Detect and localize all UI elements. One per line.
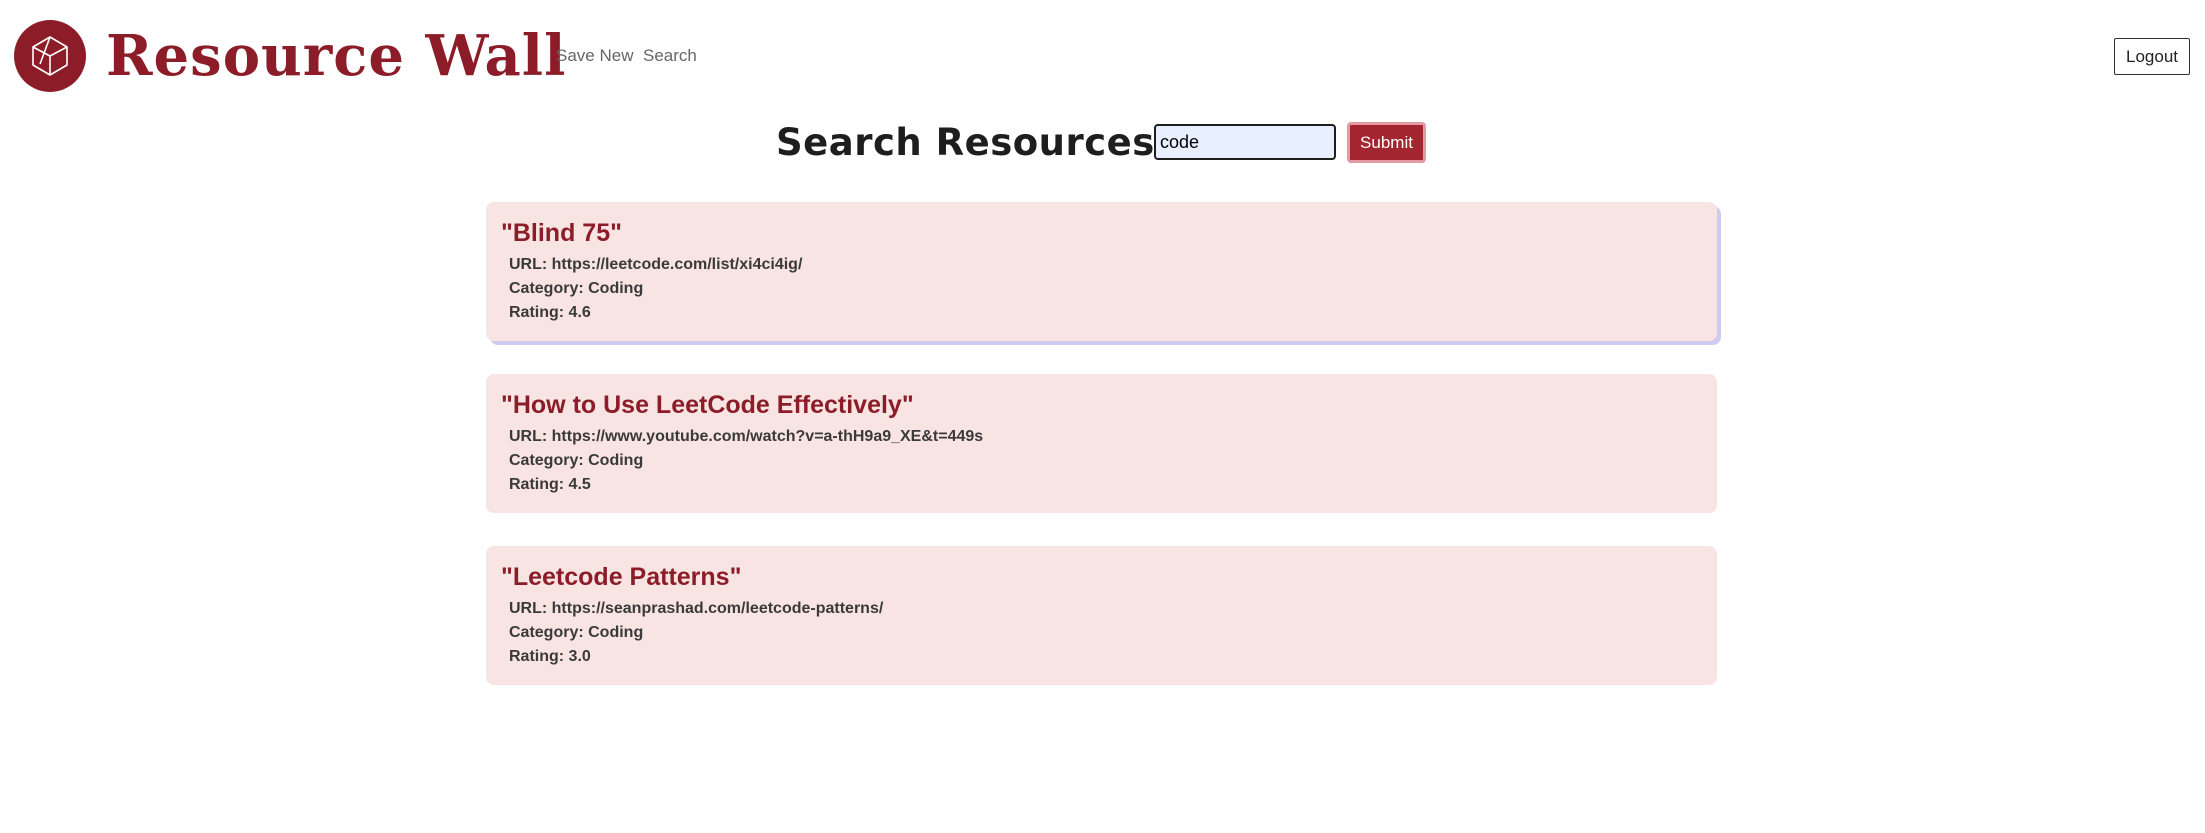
resource-rating: Rating: 4.6 (509, 304, 591, 321)
submit-button[interactable]: Submit (1347, 122, 1426, 163)
search-form: Search Resources: Submit (0, 120, 2205, 166)
resource-rating: Rating: 4.5 (509, 476, 591, 493)
resource-card[interactable]: "Blind 75" URL: https://leetcode.com/lis… (486, 202, 1717, 341)
resource-category: Category: Coding (509, 452, 644, 469)
nav-search-link[interactable]: Search (643, 46, 697, 66)
resource-card[interactable]: "Leetcode Patterns" URL: https://seanpra… (486, 546, 1717, 685)
resource-card[interactable]: "How to Use LeetCode Effectively" URL: h… (486, 374, 1717, 513)
top-navbar: Resource Wall Save New Search Logout (0, 0, 2205, 112)
resource-url: URL: https://seanprashad.com/leetcode-pa… (509, 600, 884, 617)
resource-category: Category: Coding (509, 280, 644, 297)
resource-category: Category: Coding (509, 624, 644, 641)
resource-title: "Leetcode Patterns" (501, 563, 742, 591)
resource-url: URL: https://leetcode.com/list/xi4ci4ig/ (509, 256, 803, 273)
brand-title: Resource Wall (106, 23, 567, 89)
search-input[interactable] (1154, 124, 1336, 160)
logo-icon[interactable] (14, 20, 86, 92)
nav-save-new-link[interactable]: Save New (556, 46, 633, 66)
resource-rating: Rating: 3.0 (509, 648, 591, 665)
search-heading: Search Resources: (776, 121, 1171, 164)
cube-icon (32, 36, 68, 76)
resource-url: URL: https://www.youtube.com/watch?v=a-t… (509, 428, 984, 445)
resource-title: "How to Use LeetCode Effectively" (501, 391, 914, 419)
resource-title: "Blind 75" (501, 219, 622, 247)
logout-button[interactable]: Logout (2114, 38, 2190, 75)
